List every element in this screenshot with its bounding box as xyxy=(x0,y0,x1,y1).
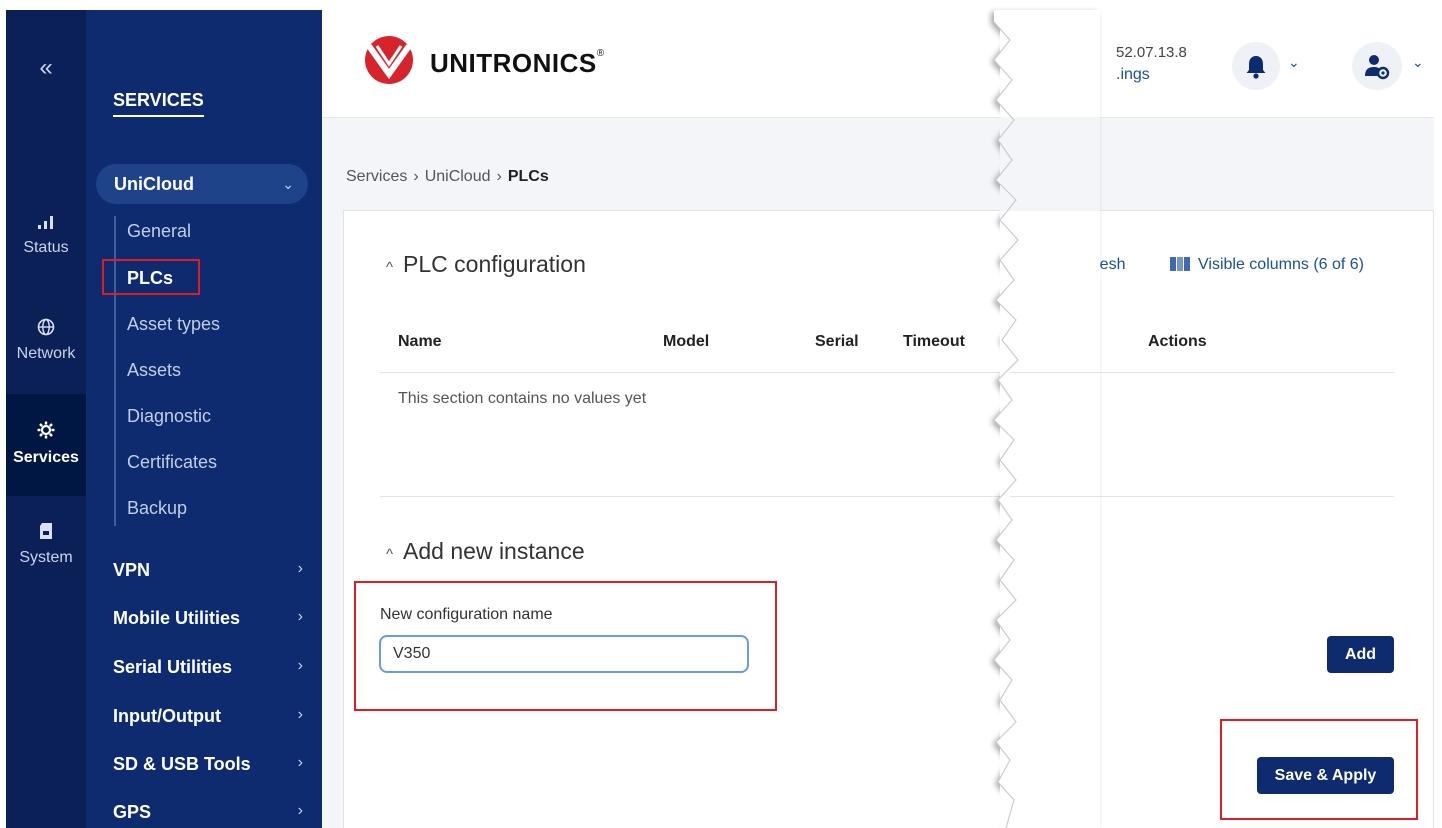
torn-edge-divider xyxy=(993,10,1100,828)
